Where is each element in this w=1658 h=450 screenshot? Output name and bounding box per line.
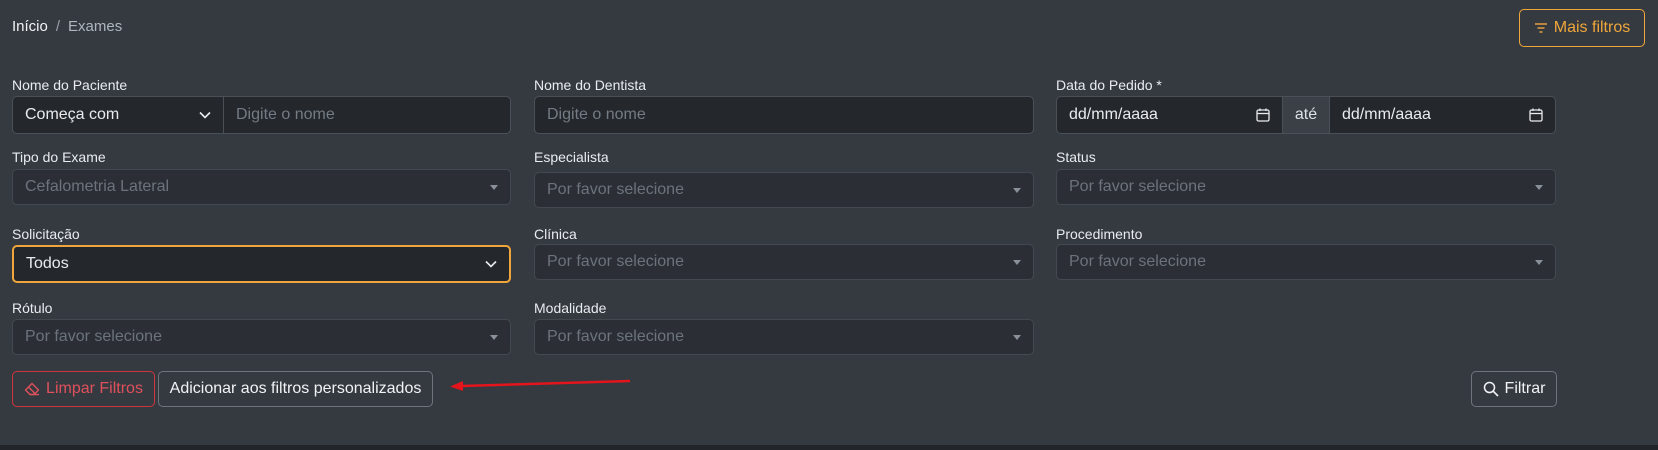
filter-lines-icon: [1534, 22, 1548, 34]
order-date-from-input[interactable]: dd/mm/aaaa: [1057, 97, 1282, 133]
modality-select[interactable]: Por favor selecione: [534, 319, 1034, 355]
clear-filters-button[interactable]: Limpar Filtros: [12, 371, 155, 407]
caret-down-icon: [1535, 259, 1543, 265]
order-date-from-value: dd/mm/aaaa: [1069, 106, 1158, 123]
filter-panel: Início / Exames Mais filtros Nome do Pac…: [0, 0, 1658, 445]
status-select[interactable]: Por favor selecione: [1056, 169, 1556, 205]
order-date-label: Data do Pedido *: [1056, 77, 1162, 93]
modality-label: Modalidade: [534, 300, 607, 316]
dentist-name-label: Nome do Dentista: [534, 77, 647, 93]
patient-name-match-select[interactable]: Começa com: [13, 97, 224, 133]
clinic-placeholder: Por favor selecione: [547, 253, 684, 270]
caret-down-icon: [1013, 334, 1021, 340]
clinic-select[interactable]: Por favor selecione: [534, 244, 1034, 280]
order-date-to-value: dd/mm/aaaa: [1342, 106, 1431, 123]
filter-button[interactable]: Filtrar: [1471, 371, 1557, 407]
request-label: Solicitação: [12, 226, 80, 242]
add-custom-filters-label: Adicionar aos filtros personalizados: [169, 380, 422, 397]
order-date-to-input[interactable]: dd/mm/aaaa: [1330, 97, 1555, 133]
caret-down-icon: [490, 184, 498, 190]
clinic-label: Clínica: [534, 226, 577, 242]
caret-down-icon: [1013, 187, 1021, 193]
bottom-divider: [0, 445, 1658, 450]
caret-down-icon: [490, 334, 498, 340]
request-value: Todos: [26, 255, 69, 272]
calendar-icon[interactable]: [1517, 108, 1543, 122]
breadcrumb-separator: /: [55, 18, 61, 35]
patient-name-match-value: Começa com: [25, 106, 120, 123]
order-date-range: dd/mm/aaaa até dd/mm/aaaa: [1056, 96, 1556, 134]
specialist-placeholder: Por favor selecione: [547, 181, 684, 198]
specialist-label: Especialista: [534, 149, 609, 165]
dentist-name-placeholder: Digite o nome: [547, 106, 646, 123]
specialist-select[interactable]: Por favor selecione: [534, 172, 1034, 208]
annotation-arrow: [450, 379, 631, 391]
tag-select[interactable]: Por favor selecione: [12, 319, 511, 355]
more-filters-label: Mais filtros: [1553, 19, 1631, 36]
chevron-down-icon: [199, 111, 211, 119]
filter-label: Filtrar: [1504, 380, 1546, 397]
tag-label: Rótulo: [12, 300, 53, 316]
procedure-select[interactable]: Por favor selecione: [1056, 244, 1556, 280]
patient-name-label: Nome do Paciente: [12, 77, 128, 93]
exam-type-label: Tipo do Exame: [12, 149, 106, 165]
patient-name-placeholder: Digite o nome: [236, 106, 335, 123]
status-placeholder: Por favor selecione: [1069, 178, 1206, 195]
status-label: Status: [1056, 149, 1096, 165]
modality-placeholder: Por favor selecione: [547, 328, 684, 345]
breadcrumb-home-link[interactable]: Início: [12, 18, 48, 35]
add-custom-filters-button[interactable]: Adicionar aos filtros personalizados: [158, 371, 433, 407]
caret-down-icon: [1013, 259, 1021, 265]
patient-name-group: Começa com Digite o nome: [12, 96, 511, 134]
request-select[interactable]: Todos: [12, 245, 511, 283]
breadcrumb: Início / Exames: [12, 18, 122, 35]
procedure-placeholder: Por favor selecione: [1069, 253, 1206, 270]
patient-name-input[interactable]: Digite o nome: [224, 97, 510, 133]
calendar-icon[interactable]: [1244, 108, 1270, 122]
chevron-down-icon: [485, 260, 497, 268]
caret-down-icon: [1535, 184, 1543, 190]
search-icon: [1483, 381, 1499, 397]
breadcrumb-current: Exames: [68, 18, 123, 35]
eraser-icon: [24, 382, 40, 396]
exam-type-value: Cefalometria Lateral: [25, 178, 170, 195]
procedure-label: Procedimento: [1056, 226, 1143, 242]
exam-type-select[interactable]: Cefalometria Lateral: [12, 169, 511, 205]
dentist-name-input[interactable]: Digite o nome: [534, 96, 1034, 134]
clear-filters-label: Limpar Filtros: [46, 380, 143, 397]
more-filters-button[interactable]: Mais filtros: [1519, 9, 1645, 47]
tag-placeholder: Por favor selecione: [25, 328, 162, 345]
order-date-between-label: até: [1282, 97, 1330, 133]
